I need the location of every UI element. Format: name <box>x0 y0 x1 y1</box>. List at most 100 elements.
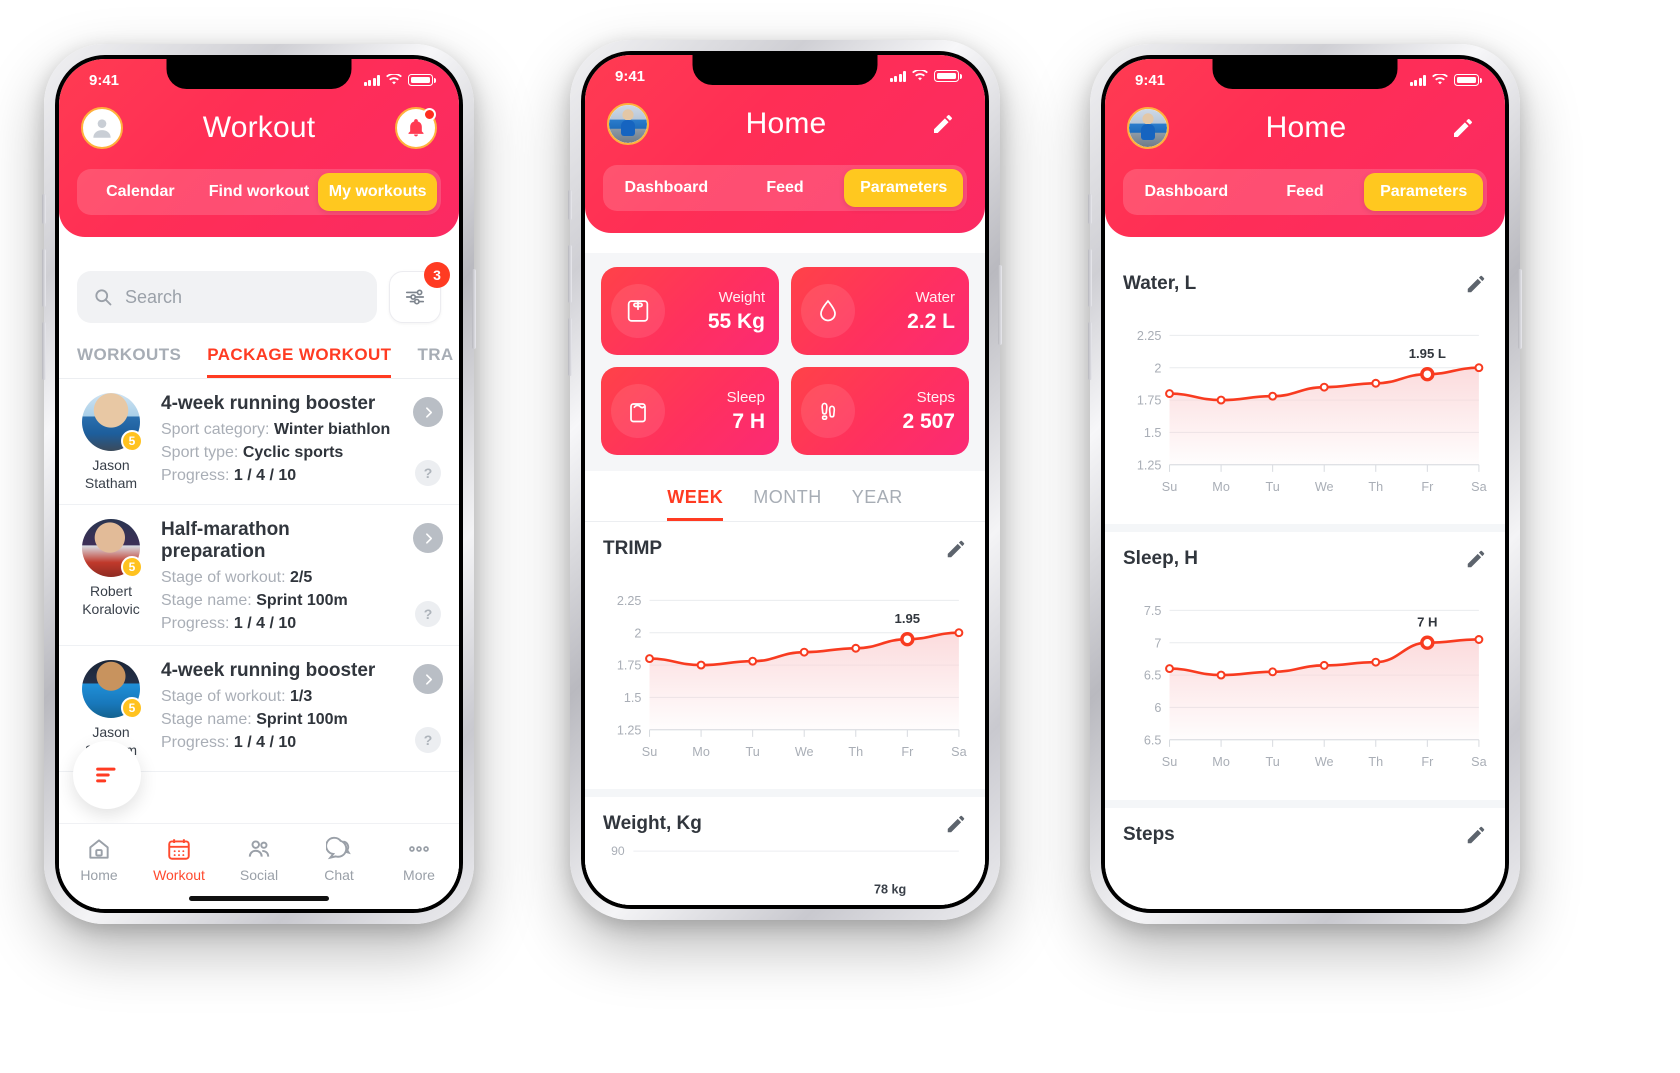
edit-button[interactable] <box>1443 108 1483 148</box>
list-tabs: WORKOUTS PACKAGE WORKOUT TRA <box>59 333 459 379</box>
tab-social[interactable]: Social <box>219 836 299 883</box>
avatar[interactable] <box>81 107 123 149</box>
period-tab-week[interactable]: WEEK <box>667 487 724 521</box>
x-tick-label: We <box>1315 755 1334 769</box>
help-button[interactable]: ? <box>415 727 441 753</box>
x-tick-label: Su <box>1162 755 1177 769</box>
tab-home[interactable]: Home <box>59 836 139 883</box>
chart-point[interactable] <box>1216 671 1226 680</box>
tab-workouts[interactable]: WORKOUTS <box>77 345 181 378</box>
avatar[interactable] <box>1127 107 1169 149</box>
avatar: 5 <box>82 660 143 719</box>
chart-point[interactable] <box>1216 395 1226 405</box>
edit-chart-button[interactable] <box>945 813 967 835</box>
chart-point-highlight[interactable] <box>1420 367 1435 382</box>
chart-header: Water, L <box>1123 273 1487 295</box>
tab-label: Home <box>80 867 118 883</box>
chart-area-fill <box>1169 639 1479 741</box>
y-tick-label: 7 <box>1154 637 1161 651</box>
chart-point[interactable] <box>1165 664 1174 674</box>
x-tick-label: Th <box>1368 755 1383 769</box>
edit-chart-button[interactable] <box>1465 548 1487 570</box>
period-tab-month[interactable]: MONTH <box>753 487 822 521</box>
meta-row: Stage name: Sprint 100m <box>161 592 399 610</box>
chart-point[interactable] <box>1319 661 1329 671</box>
filter-button[interactable]: 3 <box>389 262 450 323</box>
help-button[interactable]: ? <box>415 460 441 486</box>
tab-workout[interactable]: Workout <box>139 836 219 883</box>
chart-header: Sleep, H <box>1123 548 1487 570</box>
x-tick-label: Tu <box>746 745 760 759</box>
chart-point[interactable] <box>1474 635 1484 645</box>
author-name: Robert Koralovic <box>82 583 140 617</box>
chart-point[interactable] <box>954 628 964 638</box>
chart-point-highlight[interactable] <box>900 632 915 647</box>
battery-icon <box>408 74 436 86</box>
edit-chart-button[interactable] <box>945 538 967 560</box>
tab-training[interactable]: TRA <box>417 345 453 378</box>
meta-row: Stage name: Sprint 100m <box>161 711 399 729</box>
battery-icon <box>934 70 962 82</box>
open-workout-button[interactable] <box>413 664 443 694</box>
chart-sleep: 7.576.566.5Su Mo Tu We Th Fr Sa7 H <box>1144 604 1487 769</box>
chart-point[interactable] <box>696 660 706 670</box>
tab-more[interactable]: More <box>379 836 459 883</box>
workout-content: Search 3 WORKOUTS PACKAGE WORKOUT TRA 5 … <box>59 257 459 909</box>
chart-annotation: 1.95 L <box>1409 346 1446 361</box>
sort-fab-button[interactable] <box>73 741 141 809</box>
segment-feed[interactable]: Feed <box>1246 173 1365 211</box>
chart-point[interactable] <box>748 656 758 666</box>
meta-value: Sprint 100m <box>256 592 348 609</box>
edit-chart-button[interactable] <box>1465 824 1487 846</box>
chart-point[interactable] <box>1268 667 1278 677</box>
segment-parameters[interactable]: Parameters <box>844 169 964 207</box>
chart-point[interactable] <box>1474 363 1484 373</box>
segment-find-workout[interactable]: Find workout <box>200 173 319 211</box>
x-tick-label: Mo <box>1212 755 1230 769</box>
tab-chat[interactable]: Chat <box>299 836 379 883</box>
segment-control: Dashboard Feed Parameters <box>1123 169 1487 215</box>
help-button[interactable]: ? <box>415 601 441 627</box>
segment-dashboard[interactable]: Dashboard <box>607 169 726 207</box>
chart-point[interactable] <box>1371 658 1381 667</box>
metric-card-sleep[interactable]: Sleep 7 H <box>601 367 779 455</box>
chart-weight-peek: 90 78 kg <box>611 845 959 897</box>
segment-dashboard[interactable]: Dashboard <box>1127 173 1246 211</box>
meta-value: 1/3 <box>289 688 313 705</box>
segment-calendar[interactable]: Calendar <box>81 173 200 211</box>
metric-card-steps[interactable]: Steps 2 507 <box>791 367 969 455</box>
open-workout-button[interactable] <box>413 523 443 553</box>
chart-point[interactable] <box>1268 391 1278 401</box>
edit-chart-button[interactable] <box>1465 273 1487 295</box>
list-item[interactable]: 5 Jason Statham 4-week running booster S… <box>59 379 459 505</box>
segment-control-wrap: Dashboard Feed Parameters <box>1105 163 1505 237</box>
x-tick-label: Sa <box>951 745 967 759</box>
chart-point[interactable] <box>851 643 861 653</box>
workout-title: Half-marathon preparation <box>161 519 290 562</box>
chart-point[interactable] <box>645 654 654 664</box>
x-tick-label: Su <box>642 745 657 759</box>
avatar[interactable] <box>607 103 649 145</box>
search-input[interactable]: Search <box>77 271 377 323</box>
edit-button[interactable] <box>923 104 963 144</box>
notifications-button[interactable] <box>395 107 437 149</box>
y-tick-label: 6 <box>1154 701 1161 715</box>
y-tick-label: 2.25 <box>1137 329 1162 343</box>
header-row: Home <box>585 89 985 159</box>
chart-point[interactable] <box>1371 378 1381 388</box>
chart-point[interactable] <box>799 647 809 657</box>
chart-point-highlight[interactable] <box>1420 635 1435 651</box>
period-tab-year[interactable]: YEAR <box>852 487 903 521</box>
chart-point[interactable] <box>1319 382 1329 392</box>
segment-my-workouts[interactable]: My workouts <box>318 173 438 211</box>
metric-label: Sleep <box>726 388 765 406</box>
open-workout-button[interactable] <box>413 397 443 427</box>
chart-point[interactable] <box>1165 389 1174 399</box>
metric-card-weight[interactable]: Weight 55 Kg <box>601 267 779 355</box>
segment-parameters[interactable]: Parameters <box>1364 173 1484 211</box>
segment-feed[interactable]: Feed <box>726 169 845 207</box>
tab-package-workout[interactable]: PACKAGE WORKOUT <box>207 345 392 378</box>
dots-icon <box>409 846 429 852</box>
metric-card-water[interactable]: Water 2.2 L <box>791 267 969 355</box>
list-item[interactable]: 5 Robert Koralovic Half-marathon prepara… <box>59 505 459 646</box>
